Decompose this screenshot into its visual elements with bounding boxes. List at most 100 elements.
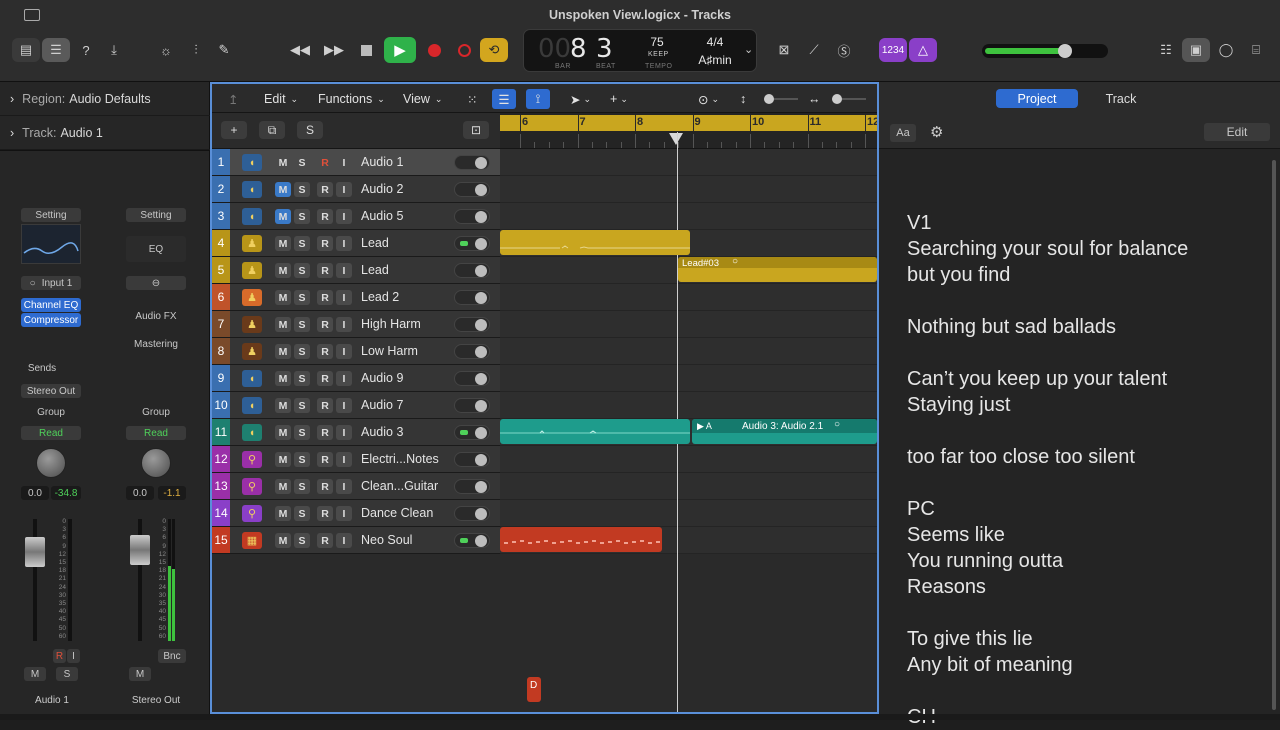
mute-button[interactable]: M [275, 533, 291, 548]
font-button[interactable]: Aa [890, 124, 916, 142]
track-name[interactable]: Audio 9 [361, 371, 403, 385]
track-lane[interactable] [500, 284, 877, 311]
mute-button[interactable]: M [275, 155, 291, 170]
track-lane[interactable] [500, 311, 877, 338]
track-lane[interactable] [500, 338, 877, 365]
strip1-solo-button[interactable]: S [56, 667, 78, 681]
solo-button[interactable]: S [294, 452, 310, 467]
track-on-off-toggle[interactable] [454, 425, 490, 440]
mixer-icon[interactable]: ⫶ [182, 38, 210, 62]
track-on-off-toggle[interactable] [454, 452, 490, 467]
track-lane[interactable] [500, 149, 877, 176]
solo-button[interactable]: S [294, 290, 310, 305]
catch-playhead-icon[interactable]: ⊡ [463, 121, 489, 139]
track-on-off-toggle[interactable] [454, 209, 490, 224]
track-header[interactable]: 8 ♟ M S R I Low Harm [212, 338, 500, 365]
track-name[interactable]: Electri...Notes [361, 452, 439, 466]
library-icon[interactable]: ▤ [12, 38, 40, 62]
edit-menu[interactable]: Edit ⌄ [264, 89, 298, 109]
tuner-icon[interactable]: ⊠ [770, 38, 798, 62]
strip1-record-enable[interactable]: R [53, 649, 66, 663]
input-monitor-button[interactable]: I [336, 155, 352, 170]
strip2-audio-fx-slot[interactable]: Audio FX [126, 309, 186, 323]
browser-icon[interactable]: ⌸ [1242, 38, 1270, 62]
solo-button[interactable]: S [294, 263, 310, 278]
track-name[interactable]: High Harm [361, 317, 421, 331]
solo-button[interactable]: S [294, 425, 310, 440]
input-monitor-button[interactable]: I [336, 290, 352, 305]
input-monitor-button[interactable]: I [336, 317, 352, 332]
track-on-off-toggle[interactable] [454, 290, 490, 305]
add-track-button[interactable]: + [221, 121, 247, 139]
snap-icon[interactable]: ⟟ [526, 89, 550, 109]
track-name[interactable]: Low Harm [361, 344, 418, 358]
strip1-output-button[interactable]: Stereo Out [21, 384, 81, 398]
record-enable-button[interactable]: R [317, 425, 333, 440]
record-enable-button[interactable]: R [317, 533, 333, 548]
track-header[interactable]: 1 ◖ M S R I Audio 1 [212, 149, 500, 176]
solo-button[interactable]: S [294, 182, 310, 197]
region-lead[interactable] [500, 230, 690, 255]
record-enable-button[interactable]: R [317, 398, 333, 413]
pointer-tool-icon[interactable]: ➤ ⌄ [570, 89, 591, 109]
track-name[interactable]: Audio 1 [361, 155, 403, 169]
back-arrow-icon[interactable]: ↥ [228, 89, 238, 109]
track-on-off-toggle[interactable] [454, 398, 490, 413]
mute-button[interactable]: M [275, 398, 291, 413]
strip2-mastering-slot[interactable]: Mastering [126, 337, 186, 351]
track-on-off-toggle[interactable] [454, 182, 490, 197]
track-on-off-toggle[interactable] [454, 506, 490, 521]
track-on-off-toggle[interactable] [454, 263, 490, 278]
master-volume-knob[interactable] [1058, 44, 1072, 58]
record-enable-button[interactable]: R [317, 155, 333, 170]
vertical-zoom-slider[interactable] [764, 94, 798, 104]
s-box-icon[interactable]: Ⓢ [830, 38, 858, 62]
input-monitor-button[interactable]: I [336, 263, 352, 278]
master-volume-slider[interactable] [982, 44, 1108, 58]
track-name[interactable]: Dance Clean [361, 506, 433, 520]
strip1-input-button[interactable]: ○ Input 1 [21, 276, 81, 290]
strip2-group-button[interactable]: Group [126, 405, 186, 419]
record-enable-button[interactable]: R [317, 209, 333, 224]
track-icon[interactable]: ▦ [242, 532, 262, 549]
chevron-down-icon[interactable]: ⌄ [744, 43, 753, 56]
track-name[interactable]: Lead 2 [361, 290, 399, 304]
input-monitor-button[interactable]: I [336, 209, 352, 224]
input-monitor-button[interactable]: I [336, 533, 352, 548]
mute-button[interactable]: M [275, 425, 291, 440]
track-header[interactable]: 13 ⚲ M S R I Clean...Guitar [212, 473, 500, 500]
track-name[interactable]: Neo Soul [361, 533, 412, 547]
track-icon[interactable]: ◖ [242, 397, 262, 414]
notes-edit-button[interactable]: Edit [1204, 123, 1270, 141]
track-name[interactable]: Audio 5 [361, 209, 403, 223]
strip2-link-button[interactable]: ⊖ [126, 276, 186, 290]
record-enable-button[interactable]: R [317, 263, 333, 278]
track-icon[interactable]: ◖ [242, 370, 262, 387]
strip2-pan-knob[interactable] [141, 448, 171, 478]
record-enable-button[interactable]: R [317, 506, 333, 521]
rewind-icon[interactable]: ◀◀ [286, 38, 314, 62]
download-icon[interactable]: ⤓ [100, 38, 128, 62]
grid-view-icon[interactable]: ⁙ [467, 89, 477, 109]
track-icon[interactable]: ◖ [242, 208, 262, 225]
track-header[interactable]: 6 ♟ M S R I Lead 2 [212, 284, 500, 311]
strip1-mute-button[interactable]: M [24, 667, 46, 681]
notes-icon[interactable]: ▣ [1182, 38, 1210, 62]
input-monitor-button[interactable]: I [336, 182, 352, 197]
metronome-icon[interactable]: △ [909, 38, 937, 62]
input-monitor-button[interactable]: I [336, 425, 352, 440]
track-on-off-toggle[interactable] [454, 236, 490, 251]
track-name[interactable]: Audio 2 [361, 182, 403, 196]
track-icon[interactable]: ◖ [242, 181, 262, 198]
record-enable-button[interactable]: R [317, 317, 333, 332]
input-monitor-button[interactable]: I [336, 344, 352, 359]
solo-button[interactable]: S [294, 371, 310, 386]
input-monitor-button[interactable]: I [336, 398, 352, 413]
track-icon[interactable]: ♟ [242, 316, 262, 333]
tab-track[interactable]: Track [1080, 89, 1162, 108]
track-name[interactable]: Audio 7 [361, 398, 403, 412]
metronome-wand-icon[interactable]: ⟋ [800, 38, 828, 62]
capture-record-icon[interactable] [450, 38, 478, 62]
region-audio3-left[interactable] [500, 419, 690, 444]
record-enable-button[interactable]: R [317, 344, 333, 359]
